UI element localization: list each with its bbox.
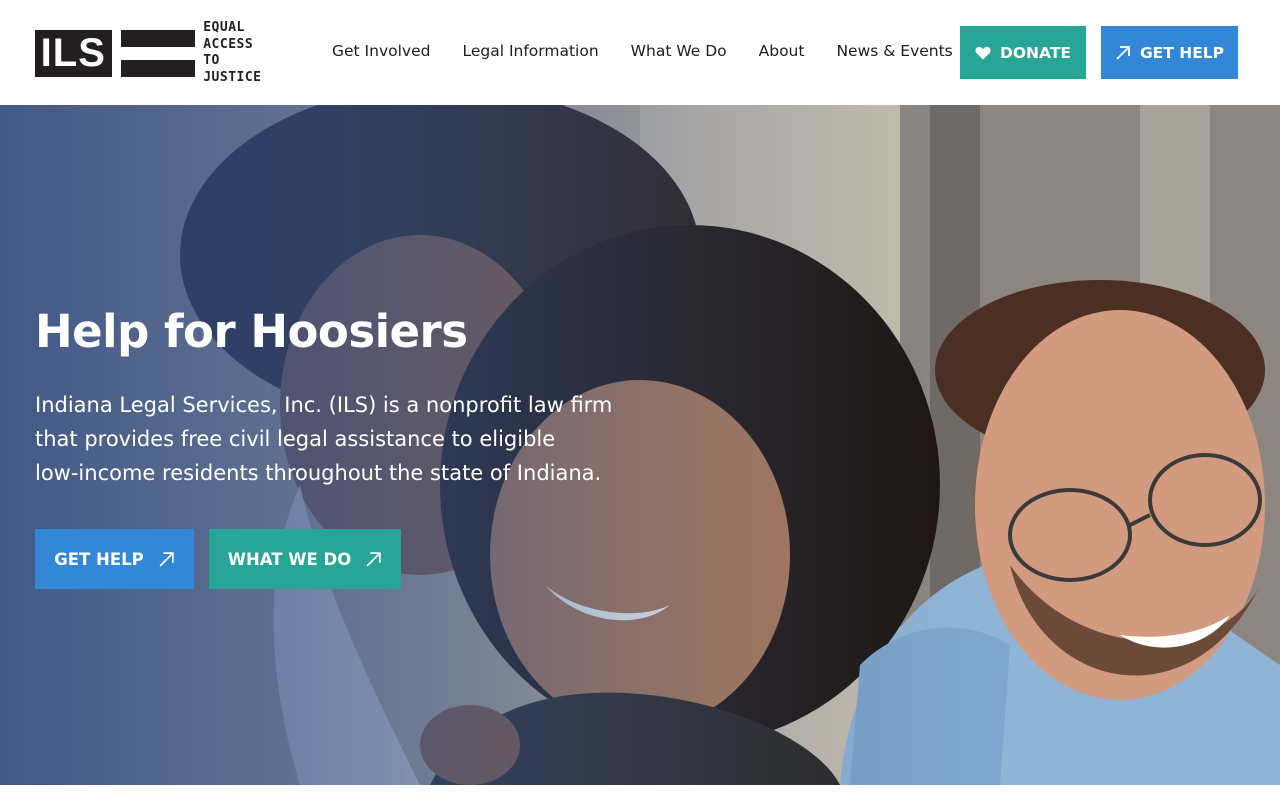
logo-tagline-line: EQUAL: [203, 20, 245, 35]
hero-description-line: that provides free civil legal assistanc…: [35, 427, 556, 451]
get-help-label: GET HELP: [1139, 43, 1225, 62]
ils-logo[interactable]: ILS EQUAL ACCESS TO JUSTICE: [35, 20, 285, 85]
arrow-up-right-icon: [158, 551, 175, 568]
main-nav: Get Involved Legal Information What We D…: [332, 42, 953, 60]
logo-bars: [120, 29, 196, 77]
logo-tagline-line: ACCESS: [203, 36, 254, 52]
hero-title: Help for Hoosiers: [35, 305, 468, 358]
nav-item-what-we-do[interactable]: What We Do: [631, 42, 727, 60]
nav-item-legal-information[interactable]: Legal Information: [462, 42, 598, 60]
donate-label: DONATE: [1000, 43, 1071, 62]
heart-icon: [975, 46, 991, 60]
site-header: ILS EQUAL ACCESS TO JUSTICE Get Involved…: [0, 0, 1280, 105]
arrow-up-right-icon: [365, 551, 382, 568]
nav-item-news-events[interactable]: News & Events: [836, 42, 952, 60]
what-we-do-hero-button[interactable]: WHAT WE DO: [209, 529, 401, 589]
page-continuation: [0, 785, 1280, 800]
get-help-hero-label: GET HELP: [54, 549, 144, 569]
arrow-up-right-icon: [1115, 45, 1131, 61]
get-help-hero-button[interactable]: GET HELP: [35, 529, 194, 589]
hero-description-line: low-income residents throughout the stat…: [35, 461, 602, 485]
donate-button[interactable]: DONATE: [960, 26, 1086, 79]
what-we-do-hero-label: WHAT WE DO: [227, 549, 352, 569]
logo-tagline-line: TO JUSTICE: [203, 53, 262, 85]
nav-item-about[interactable]: About: [759, 42, 805, 60]
logo-mark: ILS: [35, 29, 112, 77]
logo-tagline: EQUAL ACCESS TO JUSTICE: [203, 20, 285, 86]
get-help-header-button[interactable]: GET HELP: [1101, 26, 1238, 79]
nav-item-get-involved[interactable]: Get Involved: [332, 42, 430, 60]
hero-description-line: Indiana Legal Services, Inc. (ILS) is a …: [35, 393, 613, 417]
hero-description: Indiana Legal Services, Inc. (ILS) is a …: [35, 388, 675, 490]
